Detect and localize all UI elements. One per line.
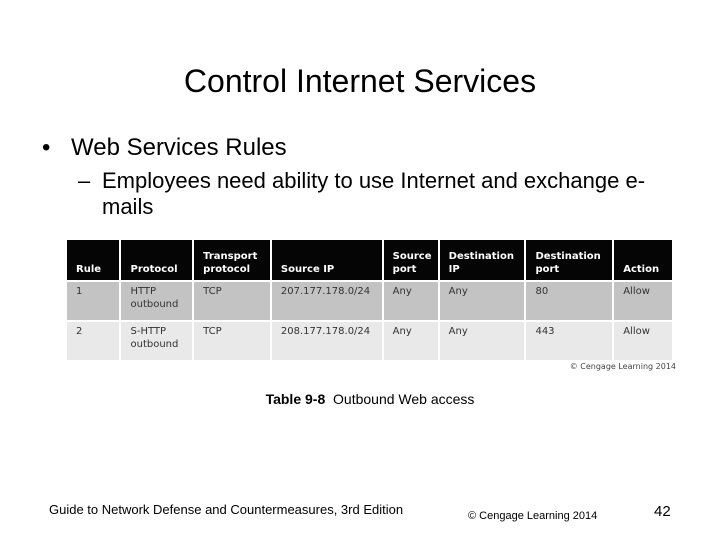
header-destination-ip: Destination IP	[439, 240, 525, 280]
cell-action: Allow	[614, 322, 672, 360]
cell-transport-protocol: TCP	[194, 322, 270, 360]
cell-source-ip: 208.177.178.0/24	[271, 322, 382, 360]
table-header-row: Rule Protocol Transport protocol Source …	[67, 240, 672, 280]
table-caption: Table 9-8 Outbound Web access	[0, 391, 720, 407]
table-row: 2 S-HTTP outbound TCP 208.177.178.0/24 A…	[67, 322, 672, 360]
cell-destination-ip: Any	[439, 322, 525, 360]
header-rule: Rule	[67, 240, 120, 280]
footer-book-title: Guide to Network Defense and Countermeas…	[49, 502, 404, 517]
cell-destination-port: 443	[526, 322, 613, 360]
table-credit: © Cengage Learning 2014	[569, 362, 676, 371]
cell-destination-port: 80	[526, 282, 613, 320]
bullet-text: Web Services Rules	[71, 134, 287, 161]
page-number: 42	[654, 503, 671, 520]
cell-protocol: S-HTTP outbound	[121, 322, 193, 360]
cell-destination-ip: Any	[439, 282, 525, 320]
footer-copyright: © Cengage Learning 2014	[468, 510, 598, 522]
cell-rule: 1	[67, 282, 120, 320]
header-source-port: Source port	[383, 240, 438, 280]
header-protocol: Protocol	[121, 240, 193, 280]
cell-source-port: Any	[383, 322, 438, 360]
caption-label: Table 9-8	[265, 391, 326, 407]
caption-text: Outbound Web access	[333, 391, 475, 407]
table-row: 1 HTTP outbound TCP 207.177.178.0/24 Any…	[67, 282, 672, 320]
cell-protocol: HTTP outbound	[121, 282, 193, 320]
cell-source-port: Any	[383, 282, 438, 320]
header-transport-protocol: Transport protocol	[194, 240, 270, 280]
cell-source-ip: 207.177.178.0/24	[271, 282, 382, 320]
header-action: Action	[614, 240, 672, 280]
rules-table: Rule Protocol Transport protocol Source …	[65, 238, 674, 362]
cell-transport-protocol: TCP	[194, 282, 270, 320]
cell-action: Allow	[614, 282, 672, 320]
slide-title: Control Internet Services	[183, 63, 537, 99]
header-source-ip: Source IP	[271, 240, 382, 280]
cell-rule: 2	[67, 322, 120, 360]
dash-icon: –	[78, 168, 91, 193]
bullet-icon: •	[42, 134, 51, 161]
header-destination-port: Destination port	[526, 240, 613, 280]
sub-bullet-text: Employees need ability to use Internet a…	[102, 168, 646, 219]
